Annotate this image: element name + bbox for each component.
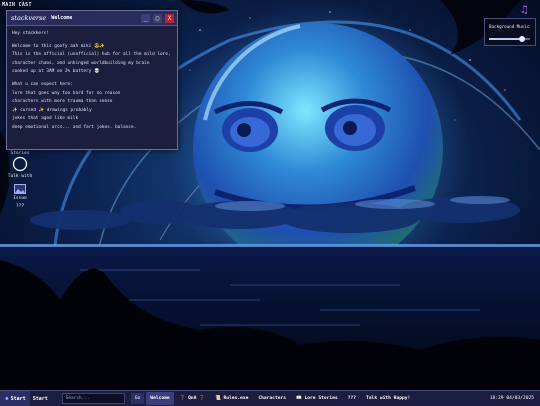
main-cast-label: MAIN CAST [2,2,32,8]
start-text: Start [32,395,48,402]
close-button[interactable]: X [165,13,174,23]
intro-line-2: character chaos, and unhinged worldbuild… [12,60,150,66]
window-logo: stackverse [11,14,47,22]
expect-heading: What u can expect here: [12,81,73,87]
welcome-line: Welcome to this goofy aah miki 😎✨ [12,43,105,49]
task-lore-stories[interactable]: 📖 Lore Stories [292,392,342,405]
start-icon: ◆ [5,395,9,402]
volume-knob[interactable] [518,36,525,42]
window-title: Welcome [51,15,73,21]
background-music-label: Background Music [489,24,530,29]
expect-item: deep emotional arcs... and fart jokes. b… [12,124,137,130]
task-rules[interactable]: 📜 Rules.exe [211,392,252,405]
taskbar: ◆ Start Start Search... Go Welcome ❓ QnA… [0,390,540,406]
background-music-widget: Background Music [484,18,536,46]
issue-label: Issue [13,196,27,201]
search-input[interactable]: Search... [61,393,125,404]
intro-line-3: cooked up at 3AM on 2% battery 💀 [12,69,100,75]
go-button[interactable]: Go [130,393,145,404]
welcome-window[interactable]: stackverse Welcome _ ▢ X Hey stackkers! … [6,10,178,150]
window-content: Hey stackkers! Welcome to this goofy aah… [7,26,177,137]
volume-fill [489,38,522,40]
task-qna[interactable]: ❓ QnA ❓ [176,392,209,405]
question-icon-label: ??? [15,204,25,209]
start-button[interactable]: ◆ Start [0,391,30,406]
task-characters[interactable]: Characters [254,392,290,405]
greeting-line: Hey stackkers! [12,31,50,36]
window-titlebar[interactable]: stackverse Welcome _ ▢ X [7,11,177,26]
task-talk-with-happy[interactable]: Talk with Happy! [362,392,414,405]
expect-item: jokes that aged like milk [12,116,79,122]
expect-item: ✨ cursed ✨ drawings probably [12,107,92,113]
maximize-button[interactable]: ▢ [153,13,162,23]
minimize-button[interactable]: _ [141,13,150,23]
expect-item: lore that goes way too hard for no reaso… [12,90,121,96]
intro-line-1: This is the official (unofficial) hub fo… [12,52,171,58]
image-icon [14,184,26,194]
task-welcome[interactable]: Welcome [146,392,174,405]
desktop-icon-circle[interactable]: Talk with [6,156,34,179]
expect-item: characters with more trauma than sense [12,99,113,105]
taskbar-clock: 18:29 04/03/2025 [489,396,534,401]
circle-icon [12,156,28,172]
volume-slider[interactable] [489,36,530,42]
desktop-icon-issue[interactable]: Issue [6,184,34,201]
task-mystery[interactable]: ??? [344,392,360,405]
music-note-icon[interactable]: ♫ [521,3,528,16]
talk-with-label: Talk with [7,174,33,179]
desktop-icon-mystery[interactable]: ??? [6,204,34,209]
start-button-label: Start [10,395,26,402]
